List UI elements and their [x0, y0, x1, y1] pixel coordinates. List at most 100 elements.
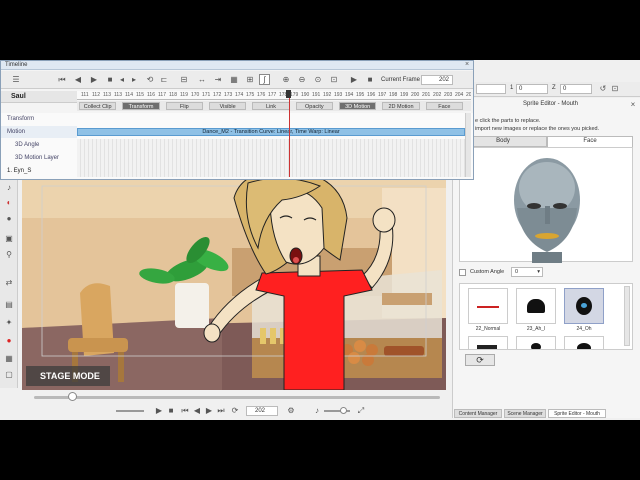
gradient-icon[interactable]: ▦ — [4, 354, 14, 364]
prev-icon[interactable]: ◀ — [73, 75, 83, 85]
camera-icon[interactable]: ▣ — [4, 234, 14, 244]
tab-face[interactable]: Face — [547, 136, 633, 147]
track-button-3d-motion[interactable]: 3D Motion — [339, 102, 377, 110]
frame-ruler[interactable]: 111 112 113 113 114 115 116 117 118 119 170 171 172 1… — [77, 91, 471, 100]
ruler-tick-label: 114 — [125, 92, 133, 98]
stop-icon[interactable]: ■ — [105, 75, 115, 85]
fit-icon[interactable]: ⇥ — [213, 75, 223, 85]
puppet-icon[interactable]: ✦ — [4, 318, 14, 328]
custom-angle-checkbox[interactable] — [459, 269, 466, 276]
volume-handle[interactable] — [340, 407, 347, 414]
track-button-collect-clip[interactable]: Collect Clip — [79, 102, 117, 110]
playhead-marker[interactable] — [286, 90, 291, 98]
loop-icon[interactable]: ⟳ — [230, 406, 240, 416]
stage-viewport[interactable]: STAGE MODE — [22, 178, 446, 390]
refresh-button[interactable]: ⟳ — [465, 354, 495, 366]
key-next-icon[interactable]: ▸ — [129, 75, 139, 85]
stop-icon[interactable]: ■ — [166, 406, 176, 416]
sprite-thumb-normal[interactable] — [468, 288, 508, 324]
snap-icon[interactable]: ⊏ — [159, 75, 169, 85]
forward-icon[interactable]: ▶ — [204, 406, 214, 416]
range-icon[interactable]: ↔ — [197, 75, 207, 85]
keyframe-grid[interactable] — [77, 139, 465, 177]
head-preview-image — [514, 158, 580, 263]
key-prev-icon[interactable]: ◂ — [117, 75, 127, 85]
track-button-flip[interactable]: Flip — [165, 102, 203, 110]
track-button-link[interactable]: Link — [252, 102, 290, 110]
record-icon[interactable]: ● — [4, 336, 14, 346]
sprite-thumb-6[interactable] — [564, 336, 604, 349]
next-icon[interactable]: ▶ — [89, 75, 99, 85]
tab-content-manager[interactable]: Content Manager — [454, 409, 502, 418]
sprite-thumb-5[interactable] — [516, 336, 556, 349]
track-button-transform[interactable]: Transform — [122, 102, 160, 110]
stop-play-icon[interactable]: ■ — [365, 75, 375, 85]
curve-icon[interactable]: ∫ — [259, 74, 270, 85]
volume-icon[interactable]: ♪ — [312, 406, 322, 416]
reset-icon[interactable]: ↺ — [598, 84, 608, 94]
panel-close-icon[interactable]: × — [629, 100, 637, 109]
ruler-tick-label: 201 — [422, 92, 431, 98]
zoom-fit-icon[interactable]: ⊙ — [313, 75, 323, 85]
tab-scene-manager[interactable]: Scene Manager — [504, 409, 546, 418]
sprite-thumb-4[interactable] — [468, 336, 508, 349]
lock-icon[interactable]: ⊡ — [610, 84, 620, 94]
tab-sprite-editor[interactable]: Sprite Editor - Mouth — [548, 409, 606, 418]
sphere-icon[interactable]: ● — [4, 214, 14, 224]
layer-icon[interactable]: ▤ — [4, 300, 14, 310]
track-name-cell[interactable]: Saul — [1, 91, 77, 103]
face-icon[interactable]: ◐ — [4, 198, 14, 208]
ruler-tick-label: 179 — [290, 92, 299, 98]
playhead-line[interactable] — [289, 91, 290, 177]
scrubber-handle[interactable] — [68, 392, 77, 401]
move-icon[interactable]: ⇄ — [4, 278, 14, 288]
play-icon[interactable]: ▶ — [154, 406, 164, 416]
sprite-editor-panel: Sprite Editor - Mouth × e click the part… — [452, 98, 640, 418]
row-3d-angle[interactable]: 3D Angle — [1, 139, 77, 151]
prev-frame-icon[interactable]: ⏮ — [180, 406, 190, 416]
grid-icon[interactable]: ▦ — [229, 75, 239, 85]
refresh-icon: ⟳ — [476, 355, 484, 365]
custom-angle-select[interactable]: 0 ▾ — [511, 267, 543, 277]
track-button-2d-motion[interactable]: 2D Motion — [382, 102, 420, 110]
coord-z-field[interactable]: 0 — [560, 84, 592, 94]
frame-input[interactable]: 202 — [246, 406, 278, 416]
music-icon[interactable]: ♪ — [4, 183, 14, 193]
scrubber-track[interactable] — [34, 396, 440, 399]
current-frame-input[interactable]: 202 — [421, 75, 453, 85]
track-button-opacity[interactable]: Opacity — [295, 102, 333, 110]
fullscreen-icon[interactable]: ⤢ — [356, 406, 366, 416]
coord-x-field[interactable] — [476, 84, 506, 94]
row-transform[interactable]: Transform — [1, 113, 77, 125]
sprite-thumb-oh[interactable] — [564, 288, 604, 324]
stage-icon[interactable]: ▢ — [4, 370, 14, 380]
loop-icon[interactable]: ⟲ — [145, 75, 155, 85]
play-icon[interactable]: ▶ — [349, 75, 359, 85]
next-frame-icon[interactable]: ⏭ — [216, 406, 226, 416]
row-motion[interactable]: Motion — [1, 126, 77, 138]
ruler-tick-label: 198 — [389, 92, 398, 98]
close-icon[interactable]: × — [463, 61, 471, 69]
first-frame-icon[interactable]: ⏮ — [57, 75, 67, 85]
sprite-thumb-ah[interactable] — [516, 288, 556, 324]
track-button-visible[interactable]: Visible — [209, 102, 247, 110]
row-3d-motion-layer[interactable]: 3D Motion Layer — [1, 152, 77, 164]
row-eyn[interactable]: 1. Eyn_S — [1, 165, 77, 177]
marker-icon[interactable]: ⊟ — [179, 75, 189, 85]
speed-slider[interactable] — [116, 410, 144, 412]
sprite-list-scrollbar[interactable] — [624, 286, 630, 346]
list-icon[interactable]: ☰ — [11, 75, 21, 85]
ruler-tick-label: 177 — [268, 92, 277, 98]
motion-clip-bar[interactable]: Dance_M2 - Transition Curve: Linear, Tim… — [77, 128, 465, 136]
link-icon[interactable]: ⚲ — [4, 250, 14, 260]
rewind-icon[interactable]: ◀ — [192, 406, 202, 416]
zoom-in-icon[interactable]: ⊕ — [281, 75, 291, 85]
timeline-scrollbar[interactable] — [465, 113, 471, 177]
coord-y-field[interactable]: 0 — [516, 84, 548, 94]
zoom-all-icon[interactable]: ⊡ — [329, 75, 339, 85]
settings-icon[interactable]: ⚙ — [286, 406, 296, 416]
tween-icon[interactable]: ⊞ — [245, 75, 255, 85]
zoom-out-icon[interactable]: ⊖ — [297, 75, 307, 85]
ruler-tick-label: 199 — [400, 92, 409, 98]
track-button-face[interactable]: Face — [425, 102, 463, 110]
